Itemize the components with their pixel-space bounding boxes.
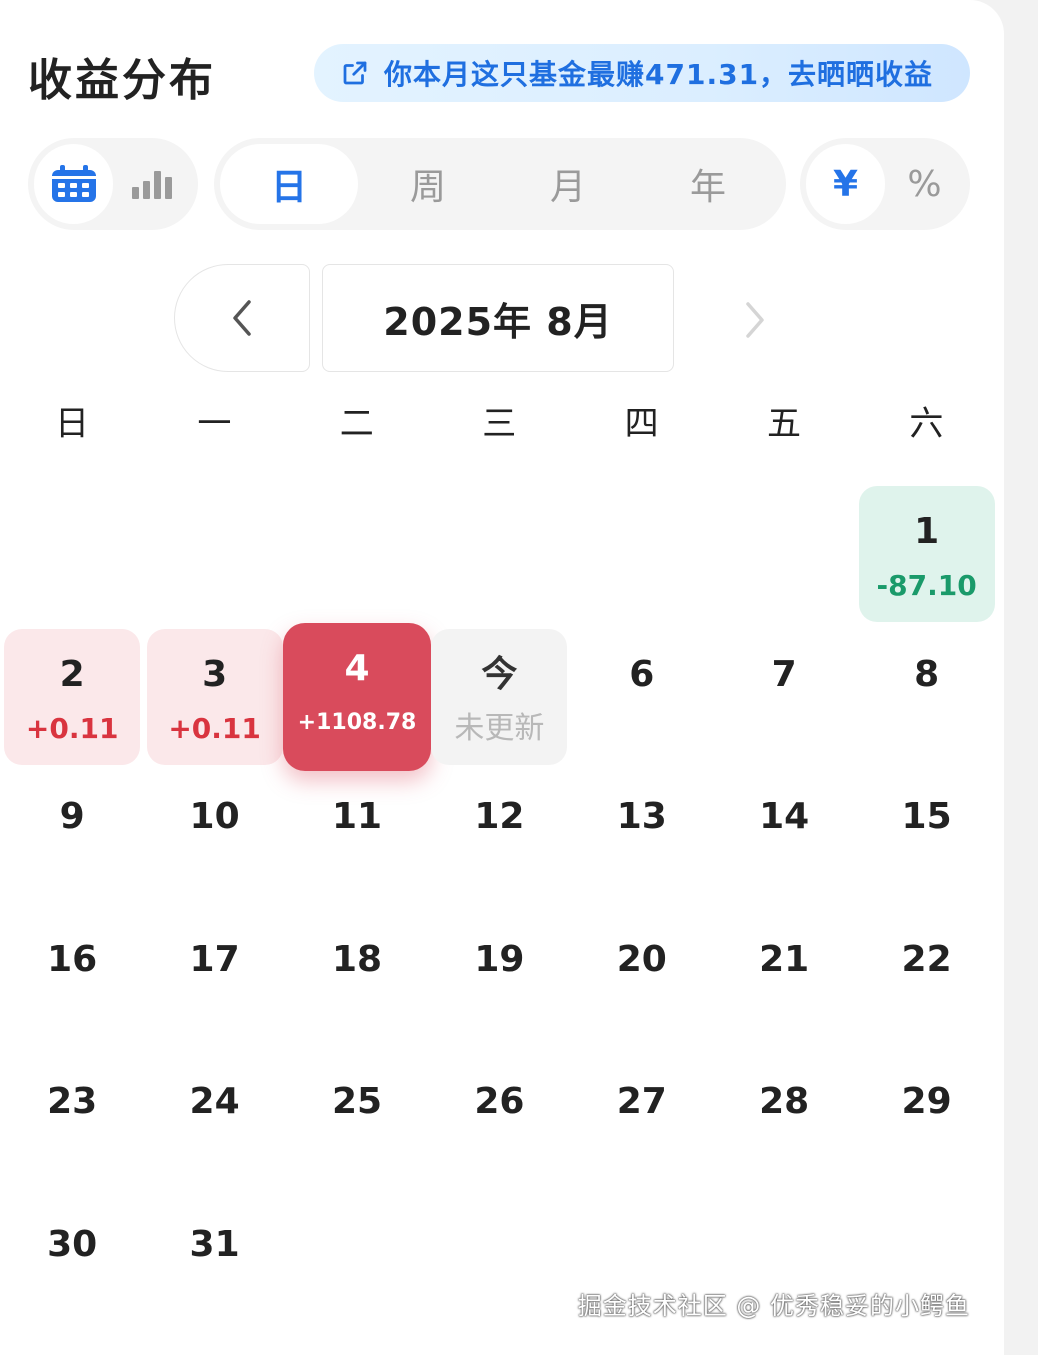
- calendar-day[interactable]: 28: [716, 1056, 852, 1192]
- chart-view-button[interactable]: [113, 144, 192, 224]
- calendar-day[interactable]: 13: [574, 771, 710, 907]
- calendar-day[interactable]: 21: [716, 914, 852, 1050]
- calendar-day[interactable]: 22: [859, 914, 995, 1050]
- calendar-day[interactable]: 19: [431, 914, 567, 1050]
- day-number: 今: [481, 653, 518, 695]
- calendar-day[interactable]: 11: [289, 771, 425, 907]
- day-number: 19: [474, 938, 525, 980]
- day-earnings: +0.11: [168, 711, 261, 745]
- watermark: 掘金技术社区 @ 优秀稳妥的小鳄鱼: [577, 1292, 970, 1320]
- calendar-day[interactable]: 3 +0.11: [146, 628, 283, 765]
- calendar-day[interactable]: 2 +0.11: [4, 628, 141, 765]
- day-number: 20: [616, 938, 667, 980]
- calendar-day[interactable]: 16: [4, 914, 140, 1050]
- bar-chart-icon: [131, 171, 172, 199]
- day-number: 10: [189, 796, 240, 837]
- calendar-day[interactable]: 24: [147, 1056, 283, 1192]
- calendar-icon: [51, 165, 96, 202]
- calendar-day[interactable]: 1 -87.10: [858, 486, 995, 622]
- weekday-label: 六: [909, 404, 944, 444]
- tab-day[interactable]: 日: [220, 144, 358, 224]
- day-number: 28: [759, 1081, 810, 1122]
- day-number: 8: [914, 653, 940, 695]
- calendar-day[interactable]: 10: [147, 771, 283, 907]
- calendar-day[interactable]: 26: [431, 1056, 567, 1192]
- chevron-right-icon: [746, 302, 764, 338]
- calendar-day[interactable]: 9: [4, 771, 140, 907]
- external-link-icon: [343, 61, 367, 85]
- day-earnings: 未更新: [454, 710, 545, 746]
- calendar-day[interactable]: 14: [716, 771, 852, 907]
- page-title: 收益分布: [28, 55, 216, 106]
- calendar-day[interactable]: 15: [859, 771, 995, 907]
- weekday-label: 四: [624, 404, 659, 444]
- day-number: 17: [189, 938, 240, 980]
- weekday-label: 一: [197, 404, 232, 444]
- day-number: 22: [901, 938, 952, 980]
- day-earnings: +0.11: [25, 711, 119, 745]
- calendar-day[interactable]: 23: [4, 1056, 140, 1192]
- calendar-day[interactable]: 29: [859, 1056, 995, 1192]
- day-number: 18: [331, 938, 383, 980]
- calendar-day[interactable]: 20: [574, 914, 710, 1050]
- day-number: 3: [202, 653, 228, 695]
- share-earnings-button[interactable]: 你本月这只基金最赚471.31，去晒晒收益: [314, 44, 970, 102]
- calendar-day[interactable]: 18: [289, 914, 425, 1050]
- calendar-day[interactable]: 7: [716, 629, 852, 765]
- day-number: 29: [901, 1081, 952, 1122]
- day-number: 15: [901, 796, 952, 837]
- day-number: 24: [189, 1081, 240, 1122]
- day-number: 16: [47, 938, 98, 980]
- day-number: 14: [759, 796, 810, 837]
- day-number: 4: [344, 647, 370, 689]
- day-number: 25: [331, 1081, 383, 1122]
- day-number: 6: [629, 653, 655, 695]
- next-month-button[interactable]: [720, 290, 790, 350]
- calendar-day[interactable]: 27: [574, 1056, 710, 1192]
- calendar-day[interactable]: 12: [431, 771, 567, 907]
- weekday-label: 二: [339, 404, 374, 444]
- day-number: 21: [759, 938, 810, 980]
- calendar-day[interactable]: 30: [4, 1199, 140, 1335]
- calendar-day[interactable]: 4 +1108.78: [283, 622, 431, 771]
- calendar-day[interactable]: 8: [859, 629, 995, 765]
- calendar-day[interactable]: 17: [147, 914, 283, 1050]
- tab-month[interactable]: 月: [498, 144, 638, 224]
- day-earnings: +1108.78: [297, 709, 417, 735]
- calendar-day-today[interactable]: 今未更新: [431, 628, 568, 765]
- share-text: 你本月这只基金最赚471.31，去晒晒收益: [384, 58, 934, 91]
- calendar-day[interactable]: 6: [574, 629, 710, 765]
- day-number: 2: [59, 653, 85, 695]
- calendar-day[interactable]: 25: [289, 1056, 425, 1192]
- day-number: 30: [47, 1223, 98, 1265]
- weekday-label: 五: [767, 404, 801, 444]
- percent-unit-button[interactable]: %: [885, 144, 964, 224]
- tab-week[interactable]: 周: [358, 144, 498, 224]
- view-toggle: [28, 138, 198, 230]
- unit-toggle: ¥ %: [800, 138, 970, 230]
- period-tabs: 日 周 月 年: [214, 138, 786, 230]
- day-number: 1: [914, 511, 940, 552]
- day-number: 23: [47, 1081, 98, 1122]
- weekday-label: 三: [482, 404, 517, 444]
- day-number: 11: [331, 796, 383, 837]
- day-number: 31: [189, 1223, 240, 1265]
- month-label[interactable]: 2025年 8月: [322, 264, 674, 372]
- day-number: 9: [59, 796, 85, 837]
- chevron-left-icon: [233, 300, 251, 336]
- yuan-unit-button[interactable]: ¥: [806, 144, 885, 224]
- calendar-view-button[interactable]: [34, 144, 113, 224]
- day-number: 13: [616, 796, 667, 837]
- weekday-label: 日: [55, 404, 89, 444]
- calendar-day[interactable]: 31: [147, 1199, 283, 1335]
- tab-year[interactable]: 年: [638, 144, 778, 224]
- day-number: 27: [616, 1081, 667, 1122]
- earnings-card: 收益分布 你本月这只基金最赚471.31，去晒晒收益 日 周 月 年 ¥ % 2…: [0, 0, 1004, 1355]
- day-earnings: -87.10: [876, 569, 977, 602]
- prev-month-button[interactable]: [174, 264, 310, 372]
- day-number: 26: [474, 1081, 525, 1122]
- day-number: 7: [771, 653, 797, 695]
- day-number: 12: [474, 796, 525, 837]
